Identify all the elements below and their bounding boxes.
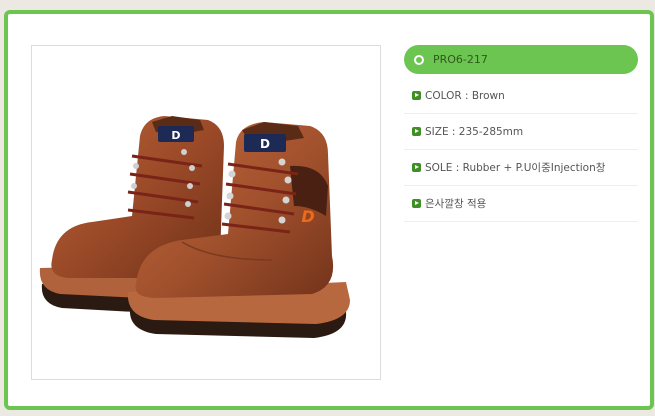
arrow-bullet-icon	[412, 91, 421, 100]
spec-text: SOLE : Rubber + P.U이중Injection창	[425, 162, 606, 174]
arrow-bullet-icon	[412, 199, 421, 208]
product-image[interactable]: D D D	[31, 45, 381, 380]
spec-size: SIZE : 235-285mm	[404, 114, 638, 150]
product-info: PRO6-217 COLOR : Brown SIZE : 235-285mm …	[404, 45, 638, 222]
circle-icon	[414, 54, 424, 65]
safety-boots-image: D D D	[39, 116, 350, 338]
spec-list: COLOR : Brown SIZE : 235-285mm SOLE : Ru…	[404, 78, 638, 222]
spec-text: COLOR : Brown	[425, 89, 505, 102]
product-code: PRO6-217	[433, 53, 488, 66]
spec-sole: SOLE : Rubber + P.U이중Injection창	[404, 150, 638, 186]
spec-text: 은사깔창 적용	[425, 198, 487, 210]
svg-text:D: D	[171, 129, 180, 142]
svg-text:D: D	[260, 137, 270, 151]
arrow-bullet-icon	[412, 127, 421, 136]
spec-text: SIZE : 235-285mm	[425, 125, 524, 138]
arrow-bullet-icon	[412, 163, 421, 172]
product-code-badge: PRO6-217	[404, 45, 638, 74]
svg-text:D: D	[301, 207, 314, 226]
spec-color: COLOR : Brown	[404, 78, 638, 114]
spec-insole: 은사깔창 적용	[404, 186, 638, 222]
product-panel: D D D PRO6-217 COLOR: Brown SIZE: 235-…	[4, 10, 654, 410]
